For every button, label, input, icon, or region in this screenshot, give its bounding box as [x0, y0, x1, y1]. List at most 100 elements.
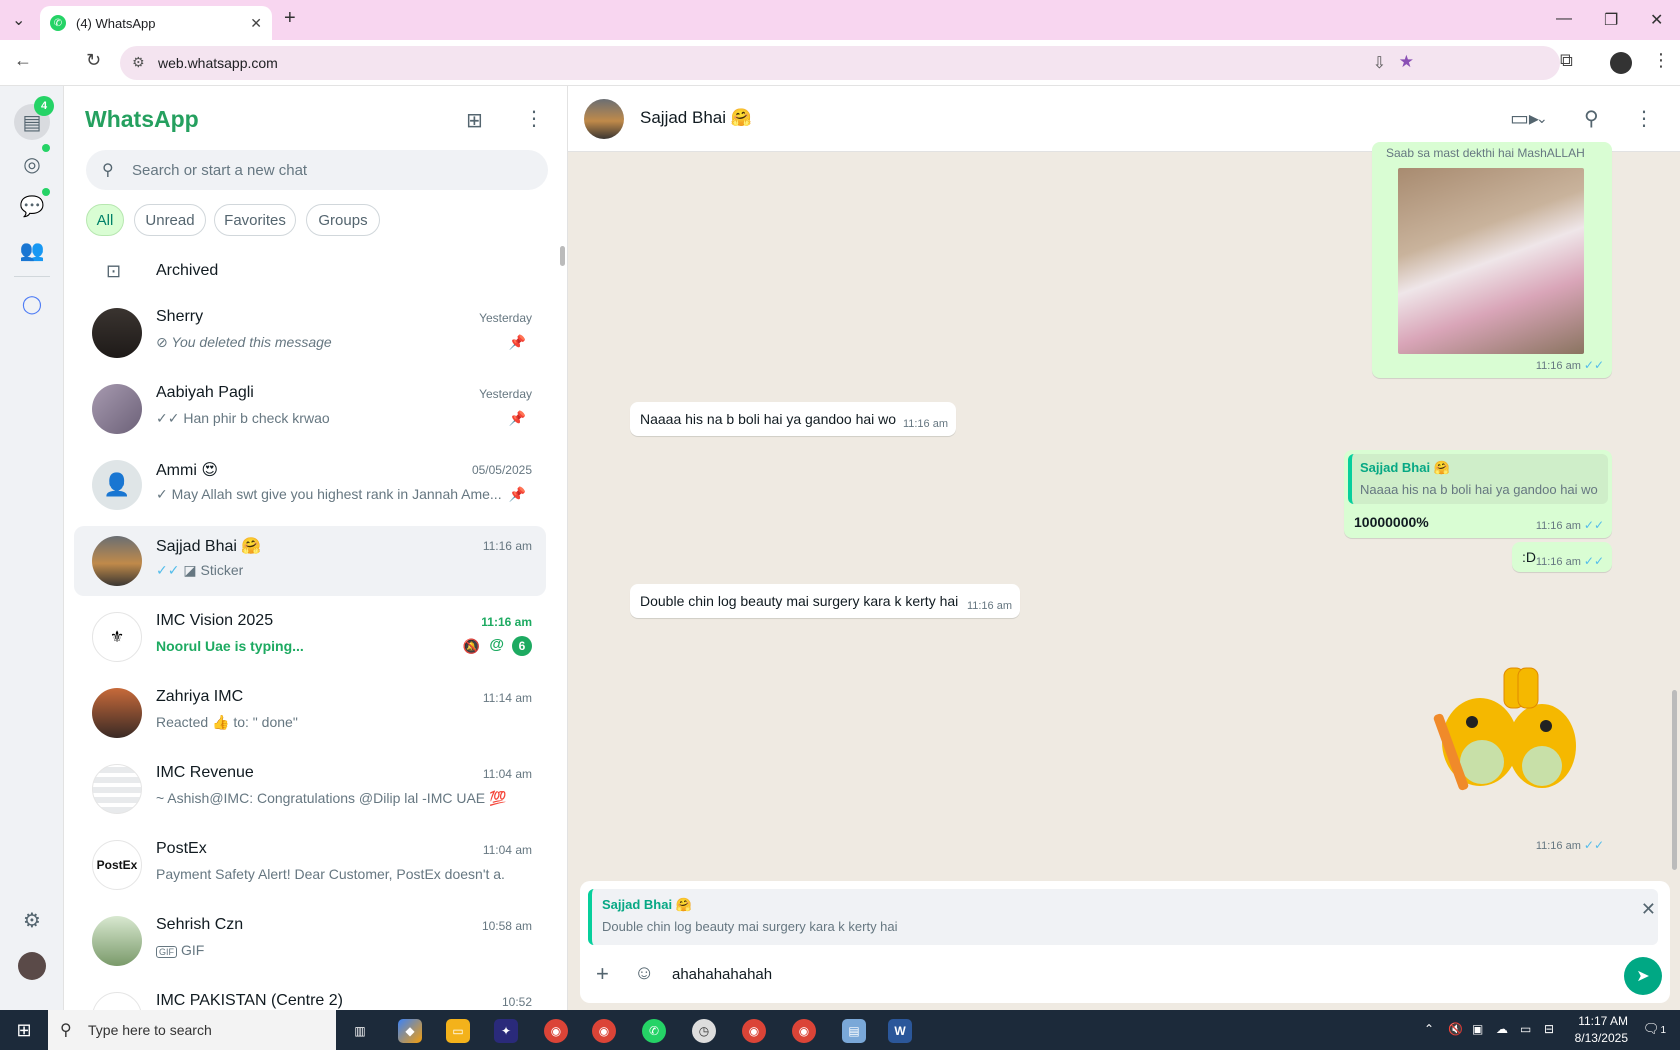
message-time: 11:16 am ✓✓ [1535, 554, 1604, 568]
file-explorer-icon[interactable]: ▭ [446, 1019, 470, 1043]
whatsapp-favicon-icon: ✆ [50, 15, 66, 31]
copilot-icon[interactable]: ◆ [398, 1019, 422, 1043]
chat-row-postex[interactable]: PostEx PostEx 11:04 am Payment Safety Al… [74, 830, 546, 900]
video-call-icon[interactable]: ▭▸ [1510, 106, 1539, 131]
chat-row-zahriya[interactable]: Zahriya IMC 11:14 am Reacted 👍 to: " don… [74, 678, 546, 748]
message-time: 11:16 am [902, 418, 948, 430]
volume-muted-icon[interactable]: 🔇 [1448, 1022, 1463, 1036]
channels-icon[interactable]: 💬 [18, 192, 46, 220]
chat-preview: ~ Ashish@IMC: Congratulations @Dilip lal… [156, 790, 506, 806]
chat-preview: Payment Safety Alert! Dear Customer, Pos… [156, 866, 506, 882]
restore-icon[interactable]: ❐ [1604, 10, 1618, 30]
avatar [92, 384, 142, 434]
filter-favorites[interactable]: Favorites [214, 204, 296, 236]
meta-ai-icon[interactable]: ◯ [18, 290, 46, 318]
incoming-message[interactable]: Double chin log beauty mai surgery kara … [630, 584, 1020, 618]
install-app-icon[interactable]: ⇩ [1373, 53, 1386, 73]
sticker-message[interactable] [1422, 662, 1592, 802]
whatsapp-taskbar-icon[interactable]: ✆ [642, 1019, 666, 1043]
chat-row-aabiyah[interactable]: Aabiyah Pagli Yesterday ✓✓ Han phir b ch… [74, 374, 546, 444]
extensions-icon[interactable]: ⧉ [1560, 50, 1573, 71]
windows-taskbar: ⊞ ⚲ Type here to search ▥ ◆ ▭ ✦ ◉ ◉ ✆ ◷ … [0, 1010, 1680, 1050]
nav-rail: ▤ 4 ◎ 💬 👥 ◯ ⚙ [0, 86, 64, 1010]
chat-row-ammi[interactable]: 👤 Ammi 😍 05/05/2025 ✓ May Allah swt give… [74, 450, 546, 520]
taskbar-search-input[interactable]: ⚲ Type here to search [48, 1010, 336, 1050]
chat-scrollbar[interactable] [1672, 690, 1677, 870]
app-title: WhatsApp [85, 106, 199, 132]
avatar [92, 992, 142, 1010]
search-input[interactable]: ⚲ Search or start a new chat [86, 150, 548, 190]
tray-chevron-icon[interactable]: ⌃ [1424, 1022, 1434, 1036]
onedrive-icon[interactable]: ☁ [1496, 1022, 1508, 1036]
read-tick-icon: ✓✓ [156, 562, 184, 578]
bookmark-star-icon[interactable]: ★ [1399, 52, 1414, 72]
clock-app-icon[interactable]: ◷ [692, 1019, 716, 1043]
chrome-profile-3-icon[interactable]: ◉ [742, 1019, 766, 1043]
status-icon[interactable]: ◎ [18, 150, 46, 178]
image-message[interactable]: Saab sa mast dekthi hai MashALLAH 11:16 … [1372, 142, 1612, 378]
chat-row-imc-pakistan[interactable]: IMC PAKISTAN (Centre 2) 10:52 [74, 982, 546, 1010]
browser-menu-icon[interactable]: ⋮ [1652, 50, 1670, 71]
minimize-icon[interactable]: — [1556, 10, 1572, 28]
attach-plus-icon[interactable]: + [596, 961, 609, 987]
new-tab-button[interactable]: + [284, 7, 296, 30]
cat-image[interactable] [1398, 168, 1584, 354]
chat-row-sehrish[interactable]: Sehrish Czn 10:58 am GIF GIF [74, 906, 546, 976]
image-caption-top: Saab sa mast dekthi hai MashALLAH [1386, 146, 1585, 160]
app-icon-1[interactable]: ✦ [494, 1019, 518, 1043]
tab-list-chevron-icon[interactable]: ⌄ [12, 10, 25, 30]
menu-icon[interactable]: ⋮ [524, 106, 544, 131]
close-reply-icon[interactable]: ✕ [1641, 899, 1656, 920]
list-scrollbar[interactable] [560, 246, 565, 266]
chat-time: 11:04 am [482, 843, 532, 857]
notepad-icon[interactable]: ▤ [842, 1019, 866, 1043]
chat-row-sajjad[interactable]: Sajjad Bhai 🤗 11:16 am ✓✓ ◪ Sticker [74, 526, 546, 596]
filter-unread[interactable]: Unread [134, 204, 206, 236]
my-profile-avatar[interactable] [18, 952, 46, 980]
contact-avatar[interactable] [584, 99, 624, 139]
reply-message[interactable]: Sajjad Bhai 🤗 Naaaa his na b boli hai ya… [1344, 450, 1612, 538]
word-icon[interactable]: W [888, 1019, 912, 1043]
contact-name[interactable]: Sajjad Bhai 🤗 [640, 108, 752, 128]
notification-center-icon[interactable]: 🗨1 [1643, 1021, 1666, 1037]
reply-preview[interactable]: Sajjad Bhai 🤗 Double chin log beauty mai… [588, 889, 1658, 945]
incoming-message[interactable]: Naaaa his na b boli hai ya gandoo hai wo… [630, 402, 956, 436]
quoted-message[interactable]: Sajjad Bhai 🤗 Naaaa his na b boli hai ya… [1348, 454, 1608, 504]
settings-gear-icon[interactable]: ⚙ [18, 906, 46, 934]
chrome-icon[interactable]: ◉ [544, 1019, 568, 1043]
url-bar[interactable]: ⚙ web.whatsapp.com ⇩ ★ [120, 46, 1560, 80]
filter-groups[interactable]: Groups [306, 204, 380, 236]
back-icon[interactable]: ← [14, 50, 32, 71]
tray-app-icon[interactable]: ▣ [1472, 1022, 1483, 1036]
chrome-profile-4-icon[interactable]: ◉ [792, 1019, 816, 1043]
new-chat-icon[interactable]: ⊞ [466, 108, 483, 133]
communities-icon[interactable]: 👥 [18, 236, 46, 264]
message-text: Double chin log beauty mai surgery kara … [640, 593, 959, 609]
emoji-sticker-icon[interactable]: ☺ [634, 962, 654, 985]
windows-start-icon[interactable]: ⊞ [0, 1010, 48, 1050]
send-button[interactable]: ➤ [1624, 957, 1662, 995]
reload-icon[interactable]: ↻ [86, 50, 101, 71]
message-input[interactable]: ahahahahahah [672, 966, 772, 983]
postex-logo: PostEx [92, 840, 142, 890]
task-view-icon[interactable]: ▥ [348, 1019, 372, 1043]
chats-unread-badge: 4 [34, 96, 54, 116]
site-info-icon[interactable]: ⚙ [132, 54, 145, 71]
chat-row-sherry[interactable]: Sherry Yesterday ⊘ You deleted this mess… [74, 298, 546, 368]
outgoing-message[interactable]: :D 11:16 am ✓✓ [1512, 542, 1612, 572]
profile-avatar[interactable] [1610, 52, 1632, 74]
display-icon[interactable]: ▭ [1520, 1022, 1531, 1036]
chevron-down-icon[interactable]: ⌄ [1536, 110, 1548, 127]
window-close-icon[interactable]: ✕ [1650, 10, 1663, 30]
archived-row[interactable]: ⊡ Archived [64, 246, 568, 296]
chat-row-imc-vision[interactable]: ⚜ IMC Vision 2025 11:16 am Noorul Uae is… [74, 602, 546, 672]
browser-tab-whatsapp[interactable]: ✆ (4) WhatsApp ✕ [40, 6, 272, 40]
taskbar-clock[interactable]: 11:17 AM 8/13/2025 [1575, 1013, 1628, 1047]
search-messages-icon[interactable]: ⚲ [1584, 106, 1599, 131]
chrome-profile-2-icon[interactable]: ◉ [592, 1019, 616, 1043]
chat-row-imc-revenue[interactable]: IMC Revenue 11:04 am ~ Ashish@IMC: Congr… [74, 754, 546, 824]
filter-all[interactable]: All [86, 204, 124, 236]
chat-menu-icon[interactable]: ⋮ [1634, 106, 1654, 131]
tab-close-icon[interactable]: ✕ [250, 15, 262, 32]
network-icon[interactable]: ⊟ [1544, 1022, 1554, 1036]
